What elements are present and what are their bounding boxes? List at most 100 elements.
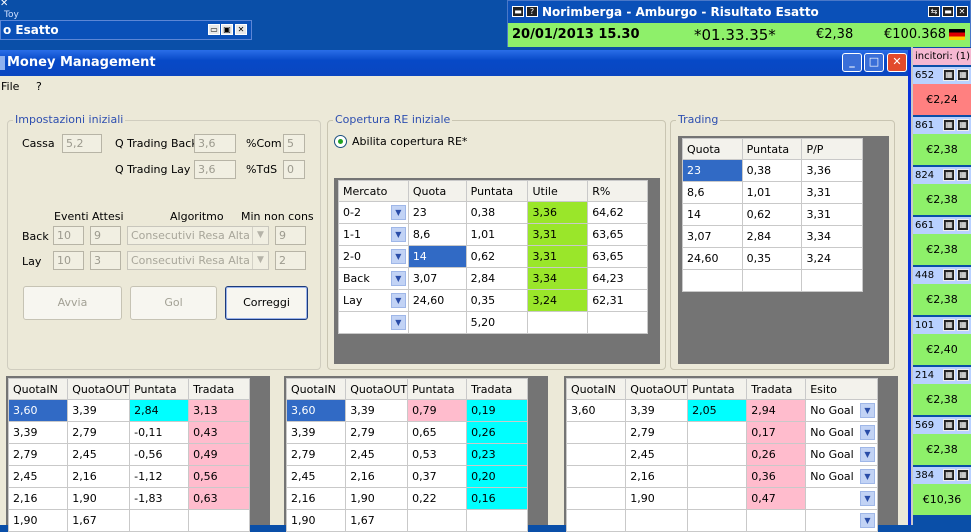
table-cell[interactable]: 3,24 bbox=[527, 289, 589, 312]
table-cell[interactable]: No Goal ▼ bbox=[805, 465, 878, 488]
table-cell[interactable]: 0,17 bbox=[746, 421, 807, 444]
table-cell[interactable]: 0,62 bbox=[741, 203, 803, 226]
table-cell[interactable]: 3,60 bbox=[565, 399, 627, 422]
table-cell[interactable]: 0-2 ▼ bbox=[338, 201, 409, 224]
table-cell[interactable]: 0,79 bbox=[407, 399, 468, 422]
chart-icon[interactable]: ▦ bbox=[957, 119, 969, 131]
table-cell[interactable]: 2,16 bbox=[7, 487, 69, 510]
table-cell[interactable]: 3,60 bbox=[285, 399, 347, 422]
table-cell[interactable]: 2,16 bbox=[345, 465, 409, 488]
back-attesi-field[interactable]: 9 bbox=[90, 226, 121, 245]
table-cell[interactable]: 2,45 bbox=[345, 443, 409, 466]
table-cell[interactable]: 1,90 bbox=[345, 487, 409, 510]
table-cell[interactable] bbox=[687, 509, 748, 532]
table-cell[interactable]: -1,83 bbox=[129, 487, 190, 510]
lay-attesi-field[interactable]: 3 bbox=[90, 251, 121, 270]
table-cell[interactable] bbox=[565, 465, 627, 488]
table-cell[interactable]: 1,90 bbox=[285, 509, 347, 532]
table-cell[interactable] bbox=[565, 509, 627, 532]
table-cell[interactable]: 23 bbox=[682, 159, 743, 182]
table-cell[interactable]: 1,67 bbox=[67, 509, 131, 532]
table-cell[interactable]: 2,79 bbox=[345, 421, 409, 444]
table-cell[interactable] bbox=[129, 509, 190, 532]
table-cell[interactable] bbox=[188, 509, 250, 532]
table-cell[interactable]: 8,6 bbox=[682, 181, 743, 204]
minimize-icon[interactable]: _ bbox=[842, 53, 862, 72]
chevron-down-icon[interactable]: ▼ bbox=[390, 227, 406, 242]
table-cell[interactable]: No Goal ▼ bbox=[805, 399, 878, 422]
table-cell[interactable]: 62,31 bbox=[587, 289, 648, 312]
menu-file[interactable]: File bbox=[1, 80, 19, 93]
table-cell[interactable]: 3,31 bbox=[527, 223, 589, 246]
table-cell[interactable]: ▼ bbox=[805, 509, 878, 532]
runner-value[interactable]: €2,38 bbox=[913, 384, 971, 415]
lay-eventi-field[interactable]: 10 bbox=[53, 251, 84, 270]
table-cell[interactable]: 64,62 bbox=[587, 201, 648, 224]
table-cell[interactable]: 3,34 bbox=[801, 225, 863, 248]
table-cell[interactable]: 24,60 bbox=[682, 247, 743, 270]
table-cell[interactable]: 3,60 bbox=[7, 399, 69, 422]
com-field[interactable]: 5 bbox=[283, 134, 305, 153]
table-cell[interactable]: 3,24 bbox=[801, 247, 863, 270]
table-cell[interactable]: 1-1 ▼ bbox=[338, 223, 409, 246]
lay-min-field[interactable]: 2 bbox=[275, 251, 306, 270]
table-cell[interactable]: 0,53 bbox=[407, 443, 468, 466]
correggi-button[interactable]: Correggi bbox=[225, 286, 308, 320]
gol-button[interactable]: Gol bbox=[130, 286, 217, 320]
table-cell[interactable]: ▼ bbox=[338, 311, 409, 334]
chart-icon[interactable]: ▦ bbox=[957, 469, 969, 481]
chevron-down-icon[interactable]: ▼ bbox=[860, 469, 875, 484]
avvia-button[interactable]: Avvia bbox=[23, 286, 122, 320]
table-cell[interactable]: 3,07 bbox=[682, 225, 743, 248]
table-cell[interactable]: 0,35 bbox=[741, 247, 803, 270]
table-cell[interactable] bbox=[687, 487, 748, 510]
table-cell[interactable]: 0,16 bbox=[466, 487, 528, 510]
table-cell[interactable]: 2,16 bbox=[67, 465, 131, 488]
event-window-titlebar[interactable]: ▬ ? Norimberga - Amburgo - Risultato Esa… bbox=[508, 1, 970, 23]
table-cell[interactable] bbox=[407, 311, 467, 334]
table-cell[interactable]: 0,62 bbox=[465, 245, 529, 268]
table-cell[interactable]: Lay ▼ bbox=[338, 289, 409, 312]
chart-icon[interactable]: ▦ bbox=[943, 269, 955, 281]
close-icon[interactable]: ✕ bbox=[887, 53, 907, 72]
table-cell[interactable]: 0,38 bbox=[741, 159, 803, 182]
restore-icon[interactable]: ⇆ bbox=[928, 6, 940, 17]
table-cell[interactable]: 2,45 bbox=[67, 443, 131, 466]
desktop-icon[interactable]: ✕ bbox=[0, 0, 14, 10]
back-algoritmo-select[interactable]: Consecutivi Resa Alta ▼ bbox=[127, 226, 269, 245]
minimize-icon[interactable]: ▭ bbox=[208, 24, 220, 35]
chart-icon[interactable]: ▦ bbox=[957, 219, 969, 231]
chevron-down-icon[interactable]: ▼ bbox=[390, 271, 406, 286]
chevron-down-icon[interactable]: ▼ bbox=[390, 315, 406, 330]
table-cell[interactable] bbox=[741, 269, 803, 292]
table-cell[interactable] bbox=[527, 311, 589, 334]
runner-value[interactable]: €2,38 bbox=[913, 234, 971, 265]
table-cell[interactable]: -1,12 bbox=[129, 465, 190, 488]
table-cell[interactable] bbox=[687, 465, 748, 488]
abilita-copertura-label[interactable]: Abilita copertura RE* bbox=[352, 135, 467, 148]
table-cell[interactable]: 2,79 bbox=[7, 443, 69, 466]
table-cell[interactable]: 2,84 bbox=[129, 399, 190, 422]
table-cell[interactable]: ▼ bbox=[805, 487, 878, 510]
chart-icon[interactable]: ▦ bbox=[957, 319, 969, 331]
table-cell[interactable]: 2,05 bbox=[687, 399, 748, 422]
table-cell[interactable]: 0,49 bbox=[188, 443, 250, 466]
table-cell[interactable] bbox=[407, 509, 468, 532]
table-cell[interactable]: 1,90 bbox=[7, 509, 69, 532]
table-cell[interactable] bbox=[746, 509, 807, 532]
runner-value[interactable]: €2,24 bbox=[913, 84, 971, 115]
table-cell[interactable] bbox=[801, 269, 863, 292]
chevron-down-icon[interactable]: ▼ bbox=[860, 403, 875, 418]
back-eventi-field[interactable]: 10 bbox=[53, 226, 84, 245]
table-cell[interactable]: No Goal ▼ bbox=[805, 421, 878, 444]
table-cell[interactable]: 3,31 bbox=[801, 203, 863, 226]
table-cell[interactable]: 1,01 bbox=[465, 223, 529, 246]
table-cell[interactable]: 64,23 bbox=[587, 267, 648, 290]
q-trading-back-field[interactable]: 3,6 bbox=[194, 134, 236, 153]
table-cell[interactable] bbox=[625, 509, 689, 532]
table-cell[interactable]: 2,45 bbox=[625, 443, 689, 466]
help-icon[interactable]: ? bbox=[526, 6, 538, 17]
table-cell[interactable]: Back ▼ bbox=[338, 267, 409, 290]
table-cell[interactable]: 2,79 bbox=[625, 421, 689, 444]
chart-icon[interactable]: ▦ bbox=[957, 169, 969, 181]
